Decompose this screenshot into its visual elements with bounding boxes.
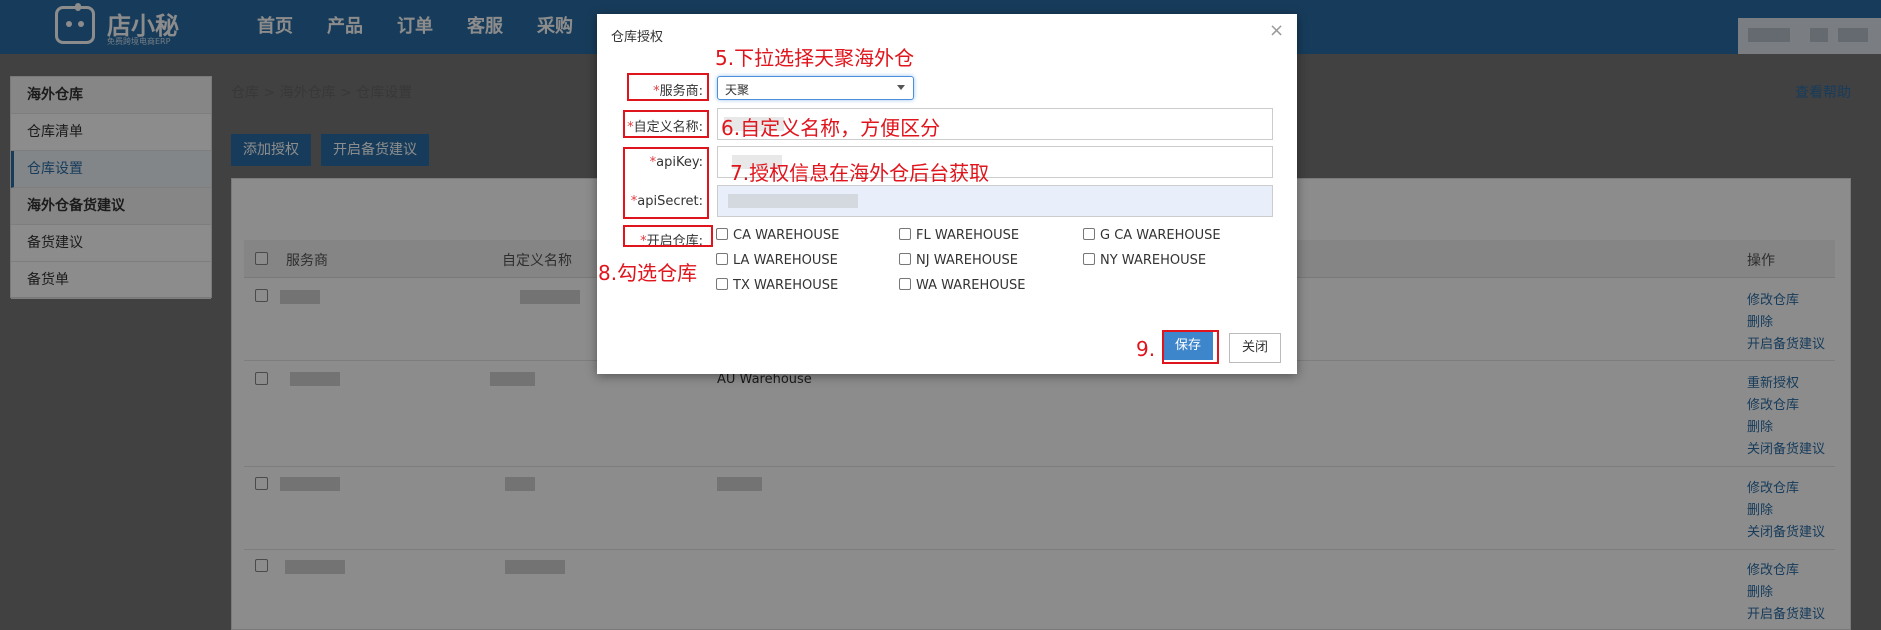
annotation-box-api xyxy=(623,147,709,219)
warehouse-checkbox-nj[interactable]: NJ WAREHOUSE xyxy=(899,253,1018,268)
warehouse-checkbox-tx[interactable]: TX WAREHOUSE xyxy=(716,278,838,293)
provider-select[interactable]: 天聚 xyxy=(717,76,914,100)
close-icon[interactable]: × xyxy=(1269,20,1284,41)
checkbox[interactable] xyxy=(899,228,911,240)
annotation-step9: 9. xyxy=(1136,337,1156,361)
checkbox[interactable] xyxy=(716,228,728,240)
warehouse-checkbox-ny[interactable]: NY WAREHOUSE xyxy=(1083,253,1206,268)
warehouse-checkbox-ca[interactable]: CA WAREHOUSE xyxy=(716,228,839,243)
annotation-box-save xyxy=(1162,330,1219,364)
warehouse-checkbox-fl[interactable]: FL WAREHOUSE xyxy=(899,228,1019,243)
chevron-down-icon xyxy=(897,85,905,90)
annotation-box-warehouse xyxy=(623,225,713,247)
api-secret-input[interactable] xyxy=(717,185,1273,217)
checkbox[interactable] xyxy=(716,278,728,290)
checkbox[interactable] xyxy=(716,253,728,265)
dialog-title: 仓库授权 xyxy=(611,30,664,45)
warehouse-checkbox-wa[interactable]: WA WAREHOUSE xyxy=(899,278,1025,293)
checkbox[interactable] xyxy=(1083,253,1095,265)
annotation-step5: 5.下拉选择天聚海外仓 xyxy=(715,46,915,70)
annotation-step8: 8.勾选仓库 xyxy=(598,261,698,285)
annotation-step6: 6.自定义名称，方便区分 xyxy=(721,116,941,140)
checkbox[interactable] xyxy=(899,278,911,290)
checkbox[interactable] xyxy=(1083,228,1095,240)
checkbox[interactable] xyxy=(899,253,911,265)
warehouse-checkbox-g-ca[interactable]: G CA WAREHOUSE xyxy=(1083,228,1221,243)
annotation-box-provider xyxy=(627,73,709,101)
provider-select-value: 天聚 xyxy=(725,83,750,97)
annotation-box-custom-name xyxy=(623,110,709,138)
warehouse-checkbox-la[interactable]: LA WAREHOUSE xyxy=(716,253,838,268)
annotation-step7: 7.授权信息在海外仓后台获取 xyxy=(730,161,990,185)
close-button[interactable]: 关闭 xyxy=(1229,333,1281,363)
